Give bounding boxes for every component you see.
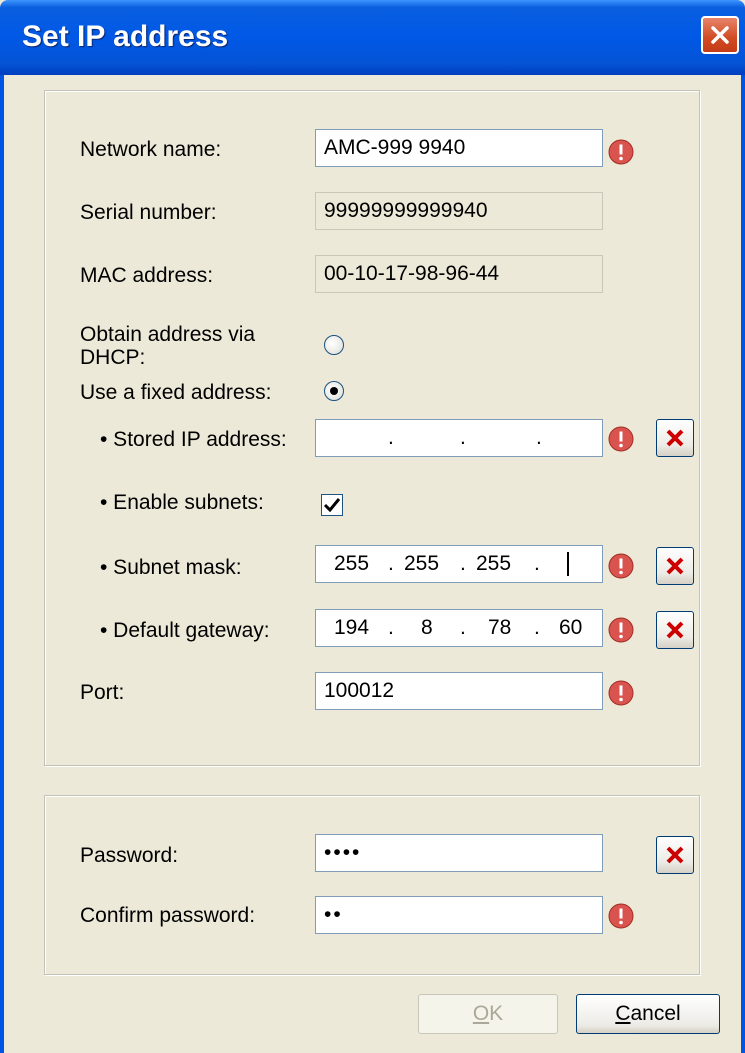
ok-hotkey: O <box>472 1002 490 1025</box>
error-icon <box>608 139 634 165</box>
ok-button[interactable]: OK <box>418 994 558 1034</box>
stored-ip-label: • Stored IP address: <box>100 428 287 451</box>
clear-gateway-button[interactable] <box>656 611 694 649</box>
ip-dot: . <box>534 616 540 639</box>
ok-label: K <box>489 1002 504 1025</box>
set-ip-dialog: Set IP address Network name: AMC-999 994… <box>0 0 745 1053</box>
fixed-address-label: Use a fixed address: <box>80 381 272 404</box>
mac-address-field: 00-10-17-98-96-44 <box>315 255 603 293</box>
enable-subnets-checkbox[interactable] <box>321 494 343 516</box>
clear-x-icon <box>666 429 684 447</box>
fixed-address-radio[interactable] <box>324 381 344 401</box>
ip-octet-2[interactable]: 255 <box>404 546 439 582</box>
ip-octet-1[interactable]: 255 <box>334 546 369 582</box>
serial-number-field: 99999999999940 <box>315 192 603 230</box>
ip-dot: . <box>388 616 394 639</box>
cancel-button[interactable]: Cancel <box>576 994 720 1034</box>
subnet-mask-field[interactable]: 255 . 255 . 255 . <box>315 545 603 583</box>
clear-x-icon <box>666 846 684 864</box>
clear-subnet-mask-button[interactable] <box>656 547 694 585</box>
close-button[interactable] <box>701 16 739 54</box>
password-label: Password: <box>80 844 179 867</box>
ip-dot: . <box>460 616 466 639</box>
dhcp-radio[interactable] <box>324 335 344 355</box>
network-name-field[interactable]: AMC-999 9940 <box>315 129 603 167</box>
ip-dot: . <box>534 552 540 575</box>
title-bar: Set IP address <box>0 0 745 75</box>
default-gateway-label: • Default gateway: <box>100 619 270 642</box>
default-gateway-field[interactable]: 194 . 8 . 78 . 60 <box>315 609 603 647</box>
clear-x-icon <box>666 621 684 639</box>
port-field[interactable]: 100012 <box>315 672 603 710</box>
ip-dot: . <box>536 426 542 449</box>
cancel-hotkey: C <box>615 1002 631 1025</box>
radio-selected-dot <box>330 387 338 395</box>
enable-subnets-label: • Enable subnets: <box>100 491 264 514</box>
network-name-label: Network name: <box>80 138 222 161</box>
ip-octet-1[interactable]: 194 <box>334 610 369 646</box>
cancel-label: ancel <box>630 1002 681 1025</box>
clear-x-icon <box>666 557 684 575</box>
clear-password-button[interactable] <box>656 836 694 874</box>
ip-octet-3[interactable]: 255 <box>476 546 511 582</box>
error-icon <box>608 426 634 452</box>
confirm-password-label: Confirm password: <box>80 904 256 927</box>
ip-dot: . <box>388 426 394 449</box>
error-icon <box>608 903 634 929</box>
confirm-password-field[interactable]: •• <box>315 896 603 934</box>
serial-number-label: Serial number: <box>80 201 217 224</box>
ip-dot: . <box>388 552 394 575</box>
error-icon <box>608 617 634 643</box>
password-field[interactable]: •••• <box>315 834 603 872</box>
clear-stored-ip-button[interactable] <box>656 419 694 457</box>
window-title: Set IP address <box>22 20 229 53</box>
password-group <box>44 795 700 975</box>
ip-octet-4[interactable]: 60 <box>559 610 582 646</box>
error-icon <box>608 680 634 706</box>
ip-octet-2[interactable]: 8 <box>421 610 433 646</box>
ip-octet-3[interactable]: 78 <box>488 610 511 646</box>
error-icon <box>608 553 634 579</box>
ip-dot: . <box>460 552 466 575</box>
dhcp-label: Obtain address via DHCP: <box>80 323 256 369</box>
port-label: Port: <box>80 681 125 704</box>
mac-address-label: MAC address: <box>80 264 214 287</box>
checkmark-icon <box>323 498 341 513</box>
text-cursor <box>567 552 569 576</box>
stored-ip-field[interactable]: . . . <box>315 419 603 457</box>
subnet-mask-label: • Subnet mask: <box>100 556 242 579</box>
ip-dot: . <box>460 426 466 449</box>
close-icon <box>711 26 729 44</box>
